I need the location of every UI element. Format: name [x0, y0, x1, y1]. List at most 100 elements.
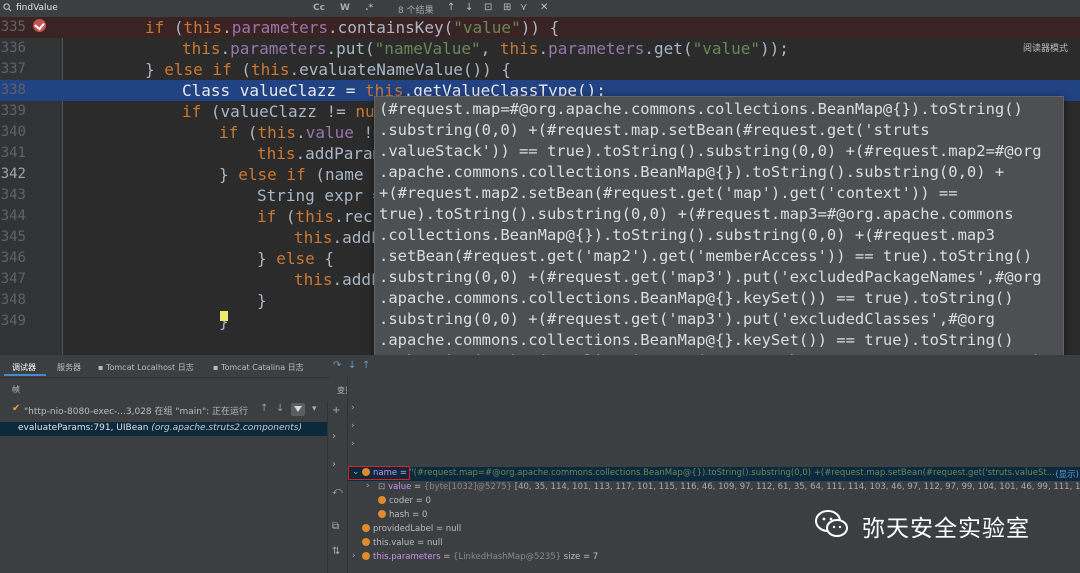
step-out-icon[interactable]: ↑	[362, 360, 370, 371]
up-icon[interactable]: ↑	[260, 403, 268, 414]
code-text: this.parameters.put("nameValue", this.pa…	[182, 39, 789, 58]
variable-value-row[interactable]: › ⊡ value = {byte[1032]@5275} [40, 35, 11…	[348, 481, 1080, 495]
line-number: 347	[0, 271, 26, 287]
chevron-right-icon[interactable]: ›	[366, 481, 370, 491]
frame-method: evaluateParams:791, UIBean	[18, 423, 152, 433]
variable-name: name	[373, 468, 398, 478]
line-number: 338	[0, 82, 26, 98]
code-text: } else if (this.evaluateNameValue()) {	[145, 60, 512, 79]
tooltip-line: .setBean(#request.get('map2').get('membe…	[379, 247, 1033, 265]
tab-debugger[interactable]: 调试器	[12, 362, 36, 373]
show-full-link[interactable]: (显示)	[1055, 468, 1079, 480]
variable-text: this.value = null	[373, 538, 443, 548]
line-number: 342	[0, 166, 26, 182]
tooltip-line: .apache.commons.collections.BeanMap@{}.k…	[379, 331, 1014, 349]
tooltip-line: .apache.commons.collections.BeanMap@{}).…	[379, 163, 1005, 181]
add-selection-icon[interactable]: ⊞	[503, 2, 511, 13]
tab-tomcat-catalina-log[interactable]: ▪ Tomcat Catalina 日志	[213, 362, 304, 373]
variable-name: value	[388, 482, 412, 492]
add-watch-icon[interactable]: +	[332, 405, 340, 416]
step-over-icon[interactable]: ↷	[333, 360, 341, 371]
line-number: 349	[0, 313, 26, 329]
code-text: this.addParam	[257, 144, 383, 163]
expand-icon[interactable]: ›	[332, 431, 336, 442]
code-text: if (valueClazz != nul	[182, 102, 385, 121]
tab-server[interactable]: 服务器	[57, 362, 81, 373]
whole-words-toggle[interactable]: W	[340, 3, 350, 13]
search-icon	[3, 3, 12, 12]
active-tab-indicator	[4, 374, 46, 376]
down-icon[interactable]: ↓	[276, 403, 284, 414]
line-number: 345	[0, 229, 26, 245]
code-line[interactable]: 336 this.parameters.put("nameValue", thi…	[0, 38, 1080, 59]
code-text: this.addP	[294, 270, 381, 289]
stack-frame-row[interactable]: evaluateParams:791, UIBean (org.apache.s…	[0, 422, 327, 436]
frames-label: 帧	[12, 385, 20, 394]
code-text: } else if (name !	[219, 165, 383, 184]
tree-row-collapsed[interactable]: ›	[348, 439, 1080, 453]
field-icon	[378, 510, 386, 518]
tooltip-line: .substring(0,0) +(#request.get('map3').p…	[379, 268, 1042, 286]
code-text: if (this.parameters.containsKey("value")…	[145, 18, 560, 37]
tab-tomcat-localhost-log[interactable]: ▪ Tomcat Localhost 日志	[98, 362, 194, 373]
sort-icon[interactable]: ⇅	[332, 546, 340, 557]
array-icon: ⊡	[378, 482, 386, 492]
step-into-icon[interactable]: ↓	[348, 360, 356, 371]
code-line[interactable]: 337 } else if (this.evaluateNameValue())…	[0, 59, 1080, 80]
line-number: 348	[0, 292, 26, 308]
variable-size: size = 7	[563, 552, 599, 562]
next-occurrence-icon[interactable]: ↓	[465, 2, 473, 13]
tooltip-line: .collections.BeanMap@{}).toString().subs…	[379, 226, 995, 244]
expand-icon[interactable]: ›	[332, 459, 336, 470]
tooltip-line: +(#request.map2.setBean(#request.get('ma…	[379, 184, 958, 202]
line-number: 335	[0, 19, 26, 35]
thread-selector[interactable]: ✔ "http-nio-8080-exec-...3,028 在组 "main"…	[0, 401, 330, 419]
variable-this-parameters-row[interactable]: › this.parameters = {LinkedHashMap@5235}…	[348, 551, 1080, 565]
dropdown-icon[interactable]: ▾	[312, 404, 317, 414]
variable-value: [40, 35, 114, 101, 113, 117, 101, 115, 1…	[514, 482, 1080, 492]
tree-row-collapsed[interactable]: ›	[348, 403, 1080, 417]
tooltip-line: (#request.map=#@org.apache.commons.colle…	[379, 100, 1023, 118]
select-all-occurrences-icon[interactable]: ⊡	[484, 2, 492, 13]
previous-occurrence-icon[interactable]: ↑	[447, 2, 455, 13]
brace-match-highlight	[220, 311, 228, 321]
tree-row-collapsed[interactable]: ›	[348, 421, 1080, 435]
breakpoint-icon[interactable]	[33, 19, 46, 32]
code-text: this.addP	[294, 228, 381, 247]
watermark: 弥天安全实验室	[814, 505, 1064, 545]
check-icon: ✔	[12, 403, 21, 414]
code-text: } else {	[257, 249, 335, 268]
find-input[interactable]: findValue	[16, 3, 58, 13]
restore-icon[interactable]: ⤺	[332, 486, 343, 497]
line-number: 336	[0, 40, 26, 56]
tooltip-line: true).toString().substring(0,0) +(#reque…	[379, 205, 1014, 223]
frame-package: (org.apache.struts2.components)	[151, 423, 302, 433]
chevron-down-icon[interactable]: ⌄	[352, 467, 360, 477]
line-number: 344	[0, 208, 26, 224]
chevron-right-icon[interactable]: ›	[352, 551, 356, 561]
line-number: 339	[0, 103, 26, 119]
object-id: {LinkedHashMap@5235}	[453, 552, 562, 562]
field-icon	[378, 496, 386, 504]
filter-icon[interactable]: ⋎	[520, 2, 527, 13]
close-icon[interactable]: ✕	[540, 2, 548, 13]
equals-sign: =	[399, 468, 407, 478]
match-case-toggle[interactable]: Cc	[313, 3, 325, 13]
filter-icon[interactable]	[291, 403, 305, 416]
copy-icon[interactable]: ⧉	[332, 521, 339, 532]
thread-name: "http-nio-8080-exec-...3,028 在组 "main": …	[24, 407, 249, 417]
debug-toolbar: ↷ ↓ ↑	[330, 355, 380, 377]
line-number: 340	[0, 124, 26, 140]
variable-value: "(#request.map=#@org.apache.commons.coll…	[409, 468, 1055, 478]
tooltip-line: .apache.commons.collections.BeanMap@{}.k…	[379, 289, 1014, 307]
line-number: 343	[0, 187, 26, 203]
code-text: }	[257, 291, 267, 310]
wechat-icon	[815, 510, 848, 537]
variable-name-row[interactable]: ⌄ name = "(#request.map=#@org.apache.com…	[348, 466, 1080, 481]
variables-side-toolbar: + › › ⤺ ⧉ ⇅	[327, 401, 348, 573]
regex-toggle[interactable]: .*	[365, 3, 373, 13]
code-line[interactable]: 335 if (this.parameters.containsKey("val…	[0, 17, 1080, 38]
debug-tabs: 调试器 服务器 ▪ Tomcat Localhost 日志 ▪ Tomcat C…	[0, 355, 330, 378]
line-number: 341	[0, 145, 26, 161]
watermark-text: 弥天安全实验室	[862, 516, 1030, 542]
